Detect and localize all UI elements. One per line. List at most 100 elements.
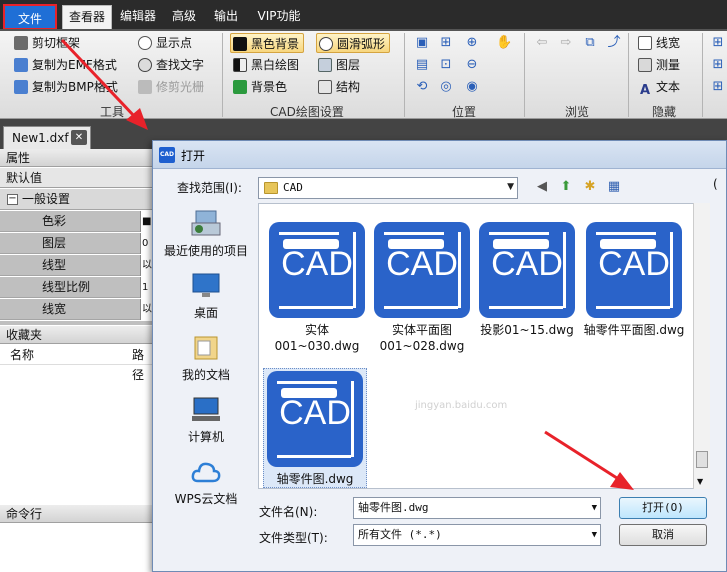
filetype-value: 所有文件 (*.*)	[358, 528, 442, 541]
zoom-prev-icon[interactable]: ◎	[438, 79, 454, 95]
file-item[interactable]: CAD 实体平面图 001~028.dwg	[370, 220, 474, 354]
back-arrow-icon[interactable]: ⇦	[534, 35, 550, 51]
place-documents[interactable]: 我的文档	[157, 333, 255, 383]
property-row[interactable]: 图层 0	[0, 233, 152, 254]
zoom-rect-icon[interactable]: ⊡	[438, 57, 454, 73]
panel-splitter[interactable]	[0, 321, 152, 325]
menu-file[interactable]: 文件	[3, 4, 57, 30]
rotate-icon[interactable]: ⟲	[414, 79, 430, 95]
structure-button[interactable]: 结构	[318, 77, 360, 97]
filetype-select[interactable]: 所有文件 (*.*) ▼	[353, 524, 601, 546]
fit-window-icon[interactable]: ▣	[414, 35, 430, 51]
property-value[interactable]: 以	[140, 255, 152, 276]
chevron-down-icon[interactable]: ▼	[592, 498, 597, 518]
column-name[interactable]: 名称	[10, 345, 34, 365]
window-zoom-icon[interactable]: ⊞	[438, 35, 454, 51]
scrollbar-thumb[interactable]	[696, 451, 708, 468]
document-tab[interactable]: New1.dxf ✕	[3, 126, 91, 149]
zoom-extents-icon[interactable]: ▤	[414, 57, 430, 73]
column-path[interactable]: 路径	[132, 345, 152, 385]
watermark-text: jingyan.baidu.com	[415, 400, 508, 411]
chevron-down-icon[interactable]: ▼	[507, 182, 514, 192]
menu-viewer[interactable]: 查看器	[62, 5, 112, 30]
file-item[interactable]: CAD 投影01~15.dwg	[475, 220, 579, 338]
cancel-button[interactable]: 取消	[619, 524, 707, 546]
property-row[interactable]: 色彩 ■	[0, 211, 152, 232]
property-row[interactable]: 线宽 以	[0, 299, 152, 320]
background-color-button[interactable]: 背景色	[233, 77, 287, 97]
file-name: 001~028.dwg	[379, 339, 465, 353]
general-settings-section[interactable]: − 一般设置	[0, 189, 152, 210]
measure-button[interactable]: 测量	[638, 55, 680, 75]
smooth-arc-button[interactable]: 圆滑弧形	[316, 33, 391, 53]
dialog-title-bar[interactable]: CAD 打开	[153, 141, 726, 169]
ribbon-separator	[404, 33, 405, 117]
ribbon-separator	[524, 33, 525, 117]
pan-hand-icon[interactable]: ✋	[496, 35, 512, 51]
left-pane: 属性 默认值 − 一般设置 色彩 ■ 图层 0 线型以 线型比例 1 线宽以 收藏夹 …	[0, 149, 152, 572]
place-desktop[interactable]: 桌面	[157, 271, 255, 321]
property-row[interactable]: 线型比例 1	[0, 277, 152, 298]
overflow-icon-1[interactable]: ⊞	[710, 35, 726, 51]
property-value[interactable]: 1	[140, 277, 152, 298]
bw-drawing-button[interactable]: 黑白绘图	[233, 55, 299, 75]
close-icon[interactable]: ✕	[71, 130, 87, 145]
show-points-button[interactable]: 显示点	[138, 33, 192, 53]
trim-raster-button[interactable]: 修剪光栅	[138, 77, 204, 97]
position-group-label: 位置	[452, 105, 477, 119]
properties-default-label[interactable]: 默认值	[0, 168, 152, 188]
new-folder-icon[interactable]: ✱	[581, 178, 599, 196]
file-item[interactable]: CAD 实体 001~030.dwg	[265, 220, 369, 354]
copy-emf-button[interactable]: 复制为EMF格式	[14, 55, 117, 75]
file-item-selected[interactable]: CAD 轴零件图.dwg	[263, 368, 367, 488]
forward-arrow-icon[interactable]: ⇨	[558, 35, 574, 51]
open-button[interactable]: 打开(O)	[619, 497, 707, 519]
property-value[interactable]: ■	[140, 211, 152, 232]
overflow-icon-3[interactable]: ⊞	[710, 79, 726, 95]
place-computer[interactable]: 计算机	[157, 395, 255, 445]
hide-group-label: 隐藏	[652, 105, 677, 119]
text-button[interactable]: A 文本	[638, 77, 680, 98]
ruler-icon	[638, 58, 652, 72]
cloud-icon	[191, 462, 221, 483]
copy-bmp-button[interactable]: 复制为BMP格式	[14, 77, 118, 97]
cut-frame-button[interactable]: 剪切框架	[14, 33, 80, 53]
cut-frame-label: 剪切框架	[32, 36, 81, 50]
filename-input[interactable]: 轴零件图.dwg ▼	[353, 497, 601, 519]
menu-advanced[interactable]: 高级	[166, 5, 202, 27]
property-value[interactable]: 以	[140, 299, 152, 320]
layers-button[interactable]: 图层	[318, 55, 360, 75]
overflow-icon-2[interactable]: ⊞	[710, 57, 726, 73]
place-wps-cloud[interactable]: WPS云文档	[157, 457, 255, 507]
cad-file-icon: CAD	[586, 222, 682, 318]
black-background-button[interactable]: 黑色背景	[230, 33, 305, 53]
bw-icon	[233, 58, 247, 72]
back-icon[interactable]: ◀	[533, 178, 551, 196]
orbit-icon[interactable]: ◉	[464, 79, 480, 95]
file-list-scrollbar[interactable]: ▼	[693, 203, 710, 489]
menu-output[interactable]: 输出	[208, 5, 244, 27]
zoom-in-icon[interactable]: ⊕	[464, 35, 480, 51]
line-width-icon	[638, 36, 652, 50]
page-nav-icon[interactable]: ⧉	[582, 35, 598, 51]
view-menu-icon[interactable]: ▦	[605, 178, 623, 196]
property-value[interactable]: 0	[140, 233, 152, 254]
up-folder-icon[interactable]: ⬆	[557, 178, 575, 196]
menu-editor[interactable]: 编辑器	[116, 5, 160, 27]
place-recent[interactable]: 最近使用的项目	[157, 209, 255, 259]
desktop-icon	[192, 273, 220, 297]
chevron-down-icon[interactable]: ▼	[592, 525, 597, 545]
file-item[interactable]: CAD 轴零件平面图.dwg	[579, 220, 689, 338]
look-in-combo[interactable]: CAD ▼	[258, 177, 518, 199]
find-text-label: 查找文字	[156, 58, 205, 72]
line-width-button[interactable]: 线宽	[638, 33, 680, 53]
find-text-button[interactable]: 查找文字	[138, 55, 204, 75]
collapse-icon[interactable]: −	[7, 194, 18, 205]
menu-vip[interactable]: VIP功能	[250, 5, 308, 27]
export-icon[interactable]: ⤴	[606, 35, 622, 51]
menu-bar: 文件 查看器 编辑器 高级 输出 VIP功能	[0, 0, 727, 30]
property-row[interactable]: 线型 以	[0, 255, 152, 276]
zoom-out-icon[interactable]: ⊖	[464, 57, 480, 73]
scroll-down-icon[interactable]: ▼	[697, 477, 703, 486]
structure-icon	[318, 80, 332, 94]
